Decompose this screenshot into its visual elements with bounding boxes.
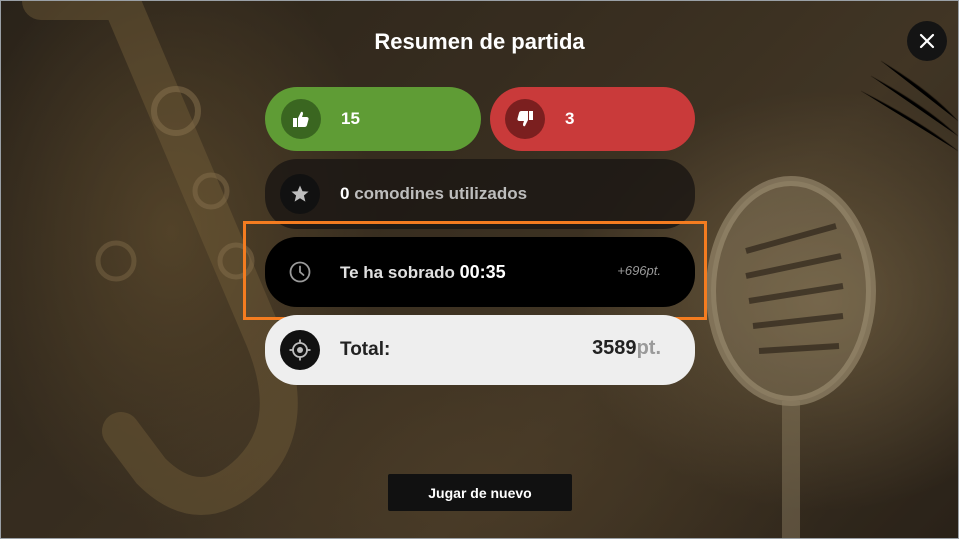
- thumbs-up-icon: [281, 99, 321, 139]
- wildcards-label: comodines utilizados: [349, 184, 528, 203]
- total-unit: pt.: [636, 337, 661, 359]
- total-pill: Total: 3589pt.: [265, 315, 695, 385]
- total-value: 3589: [592, 337, 637, 359]
- correct-count: 15: [341, 109, 360, 128]
- wildcards-text: 0 comodines utilizados: [340, 184, 527, 204]
- dialog-title: Resumen de partida: [374, 29, 585, 54]
- total-value-group: 3589pt.: [592, 337, 661, 360]
- wrong-count: 3: [565, 109, 575, 128]
- close-icon: [919, 33, 935, 49]
- thumbs-down-icon: [505, 99, 545, 139]
- game-summary-screen: Resumen de partida 15 3 0 comodines util…: [0, 0, 959, 539]
- star-icon: [280, 174, 320, 214]
- play-again-button[interactable]: Jugar de nuevo: [388, 474, 572, 511]
- correct-answers-pill: 15: [265, 87, 481, 151]
- total-label: Total:: [340, 339, 391, 360]
- wrong-answers-pill: 3: [490, 87, 695, 151]
- wildcards-pill: 0 comodines utilizados: [265, 159, 695, 229]
- highlight-box: [243, 221, 707, 320]
- close-button[interactable]: [907, 21, 947, 61]
- target-icon: [280, 330, 320, 370]
